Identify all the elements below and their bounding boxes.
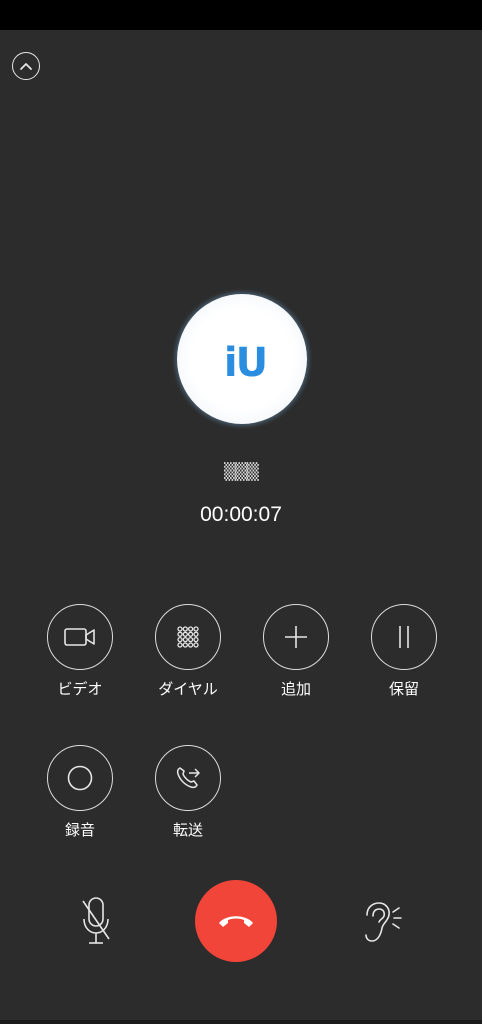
- add-call-button-circle[interactable]: [263, 604, 329, 670]
- dialpad-label: ダイヤル: [158, 680, 218, 698]
- dialpad-button-circle[interactable]: [155, 604, 221, 670]
- navigation-bar: [0, 1020, 482, 1024]
- transfer-button-circle[interactable]: [155, 745, 221, 811]
- transfer-call-icon: [176, 767, 200, 789]
- chevron-up-icon: [20, 63, 32, 70]
- video-button[interactable]: ビデオ: [35, 604, 125, 699]
- collapse-button[interactable]: [12, 52, 40, 80]
- dialpad-button[interactable]: ダイヤル: [143, 604, 233, 699]
- record-button[interactable]: 録音: [35, 745, 125, 840]
- ear-earpiece-icon: [365, 902, 402, 942]
- record-button-circle[interactable]: [47, 745, 113, 811]
- transfer-label: 転送: [172, 821, 203, 839]
- end-call-icon: [219, 916, 253, 927]
- dialpad-icon: [177, 626, 199, 648]
- video-label: ビデオ: [57, 680, 103, 698]
- record-icon: [67, 765, 93, 791]
- transfer-button[interactable]: 転送: [143, 745, 233, 840]
- call-screen: iU ▒▒▒ 00:00:07 ビデオ ダイヤル 追加 保留 録音 転送: [0, 0, 482, 1024]
- plus-icon: [285, 626, 307, 648]
- call-timer: 00:00:07: [200, 503, 282, 526]
- speaker-button[interactable]: [356, 898, 404, 948]
- caller-name: ▒▒▒: [224, 462, 259, 481]
- caller-avatar: iU: [177, 294, 307, 424]
- hold-button[interactable]: 保留: [359, 604, 449, 699]
- microphone-muted-icon: [82, 897, 110, 944]
- avatar-initials: iU: [223, 340, 268, 386]
- hold-label: 保留: [388, 680, 419, 698]
- end-call-button[interactable]: [195, 880, 277, 962]
- hold-button-circle[interactable]: [371, 604, 437, 670]
- status-bar: [0, 0, 482, 30]
- video-camera-icon: [64, 628, 95, 646]
- add-call-button[interactable]: 追加: [251, 604, 341, 699]
- record-label: 録音: [64, 821, 95, 839]
- add-call-label: 追加: [280, 680, 311, 698]
- mute-button[interactable]: [76, 894, 116, 950]
- pause-icon: [399, 626, 409, 648]
- video-button-circle[interactable]: [47, 604, 113, 670]
